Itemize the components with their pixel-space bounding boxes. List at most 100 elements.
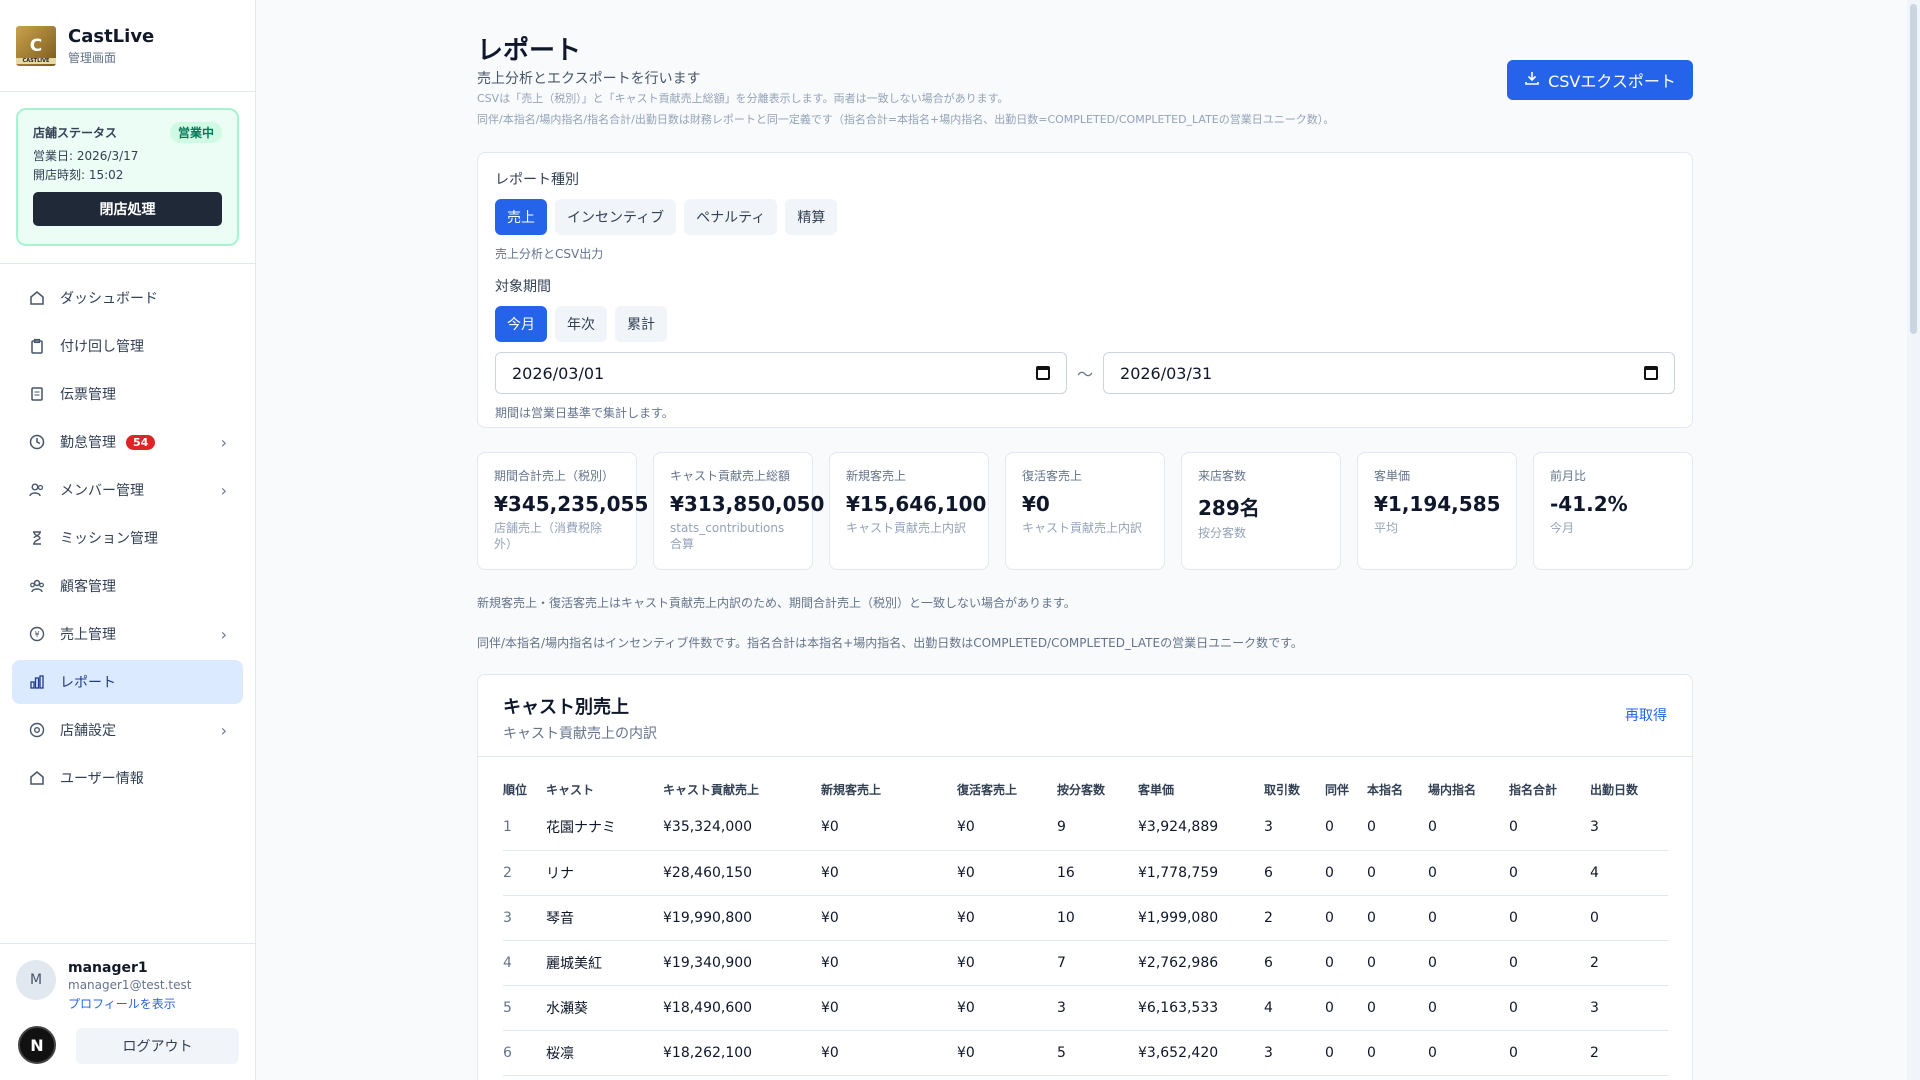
home-icon <box>28 769 46 787</box>
cell-douhan: 0 <box>1325 850 1367 896</box>
tab-cumulative[interactable]: 累計 <box>615 306 667 342</box>
card-sub: キャスト貢献売上内訳 <box>846 521 967 535</box>
gear-icon <box>28 721 46 739</box>
cell-cast: 琴音 <box>546 895 663 941</box>
tab-settlement[interactable]: 精算 <box>785 199 838 235</box>
sidebar-item-store-settings[interactable]: 店舗設定 › <box>12 708 243 752</box>
sidebar-item-reports[interactable]: レポート <box>12 660 243 704</box>
date-from-field[interactable]: 2026/03/01 <box>495 352 1067 394</box>
sidebar-item-missions[interactable]: ミッション管理 <box>12 516 243 560</box>
card-label: 来店客数 <box>1198 469 1247 483</box>
calendar-icon[interactable] <box>1036 366 1050 380</box>
col-cast: キャスト <box>546 782 595 797</box>
sidebar-item-assignment[interactable]: 付け回し管理 <box>12 324 243 368</box>
receipt-icon <box>28 385 46 403</box>
chevron-right-icon: › <box>220 720 227 740</box>
calendar-icon[interactable] <box>1644 366 1659 380</box>
date-separator: 〜 <box>1077 365 1094 384</box>
cell-transactions: 4 <box>1264 985 1325 1031</box>
tab-penalty[interactable]: ペナルティ <box>684 199 778 235</box>
card-total-sales: 期間合計売上（税別） ¥345,235,055 店舗売上（消費税除外） <box>477 452 649 570</box>
table-row: 3 琴音 ¥19,990,800 ¥0 ¥0 10 ¥1,999,080 2 0… <box>503 895 1668 941</box>
sidebar-item-customers[interactable]: 顧客管理 <box>12 564 243 608</box>
shop-status-label: 店舗ステータス <box>33 126 118 140</box>
user-panel: M manager1 manager1@test.test プロフィールを表示 … <box>0 943 256 1080</box>
refresh-button[interactable]: 再取得 <box>1625 705 1667 725</box>
scrollbar-thumb[interactable] <box>1910 4 1917 334</box>
cell-work-days: 0 <box>1590 895 1668 941</box>
cell-transactions: 6 <box>1264 850 1325 896</box>
card-value: ¥345,235,055 <box>494 492 649 516</box>
cell-new-sales: ¥0 <box>821 850 957 896</box>
date-from-value: 2026/03/01 <box>512 363 605 383</box>
cell-revived-sales: ¥0 <box>957 985 1057 1031</box>
n-badge-icon[interactable]: N <box>18 1026 56 1064</box>
tab-incentive[interactable]: インセンティブ <box>555 199 677 235</box>
cell-jounai: 0 <box>1428 1030 1509 1076</box>
cell-douhan: 0 <box>1325 1030 1367 1076</box>
cell-honshimei: 0 <box>1367 850 1428 896</box>
close-shop-button[interactable]: 閉店処理 <box>33 192 222 226</box>
cell-average: ¥1,999,080 <box>1138 895 1264 941</box>
profile-link[interactable]: プロフィールを表示 <box>68 995 191 1012</box>
sidebar-item-label: 売上管理 <box>60 627 116 643</box>
card-label: 新規客売上 <box>846 469 907 483</box>
table-row: 2 リナ ¥28,460,150 ¥0 ¥0 16 ¥1,778,759 6 0… <box>503 850 1668 896</box>
date-to-value: 2026/03/31 <box>1120 363 1213 383</box>
cell-jounai: 0 <box>1428 985 1509 1031</box>
card-value: 289名 <box>1198 496 1260 520</box>
cell-new-sales: ¥0 <box>821 805 957 851</box>
sidebar-item-label: 伝票管理 <box>60 387 116 403</box>
cell-shimei-total: 0 <box>1509 1030 1590 1076</box>
sidebar-item-label: 顧客管理 <box>60 579 116 595</box>
customers-icon <box>28 577 46 595</box>
sidebar-item-dashboard[interactable]: ダッシュボード <box>12 276 243 320</box>
cell-contribution: ¥18,490,600 <box>663 985 821 1031</box>
user-name: manager1 <box>68 960 148 976</box>
brand-subtitle: 管理画面 <box>68 50 117 65</box>
card-value: ¥313,850,050 <box>670 492 825 516</box>
col-rank: 順位 <box>503 782 528 797</box>
sidebar-item-sales[interactable]: ¥ 売上管理 › <box>12 612 243 656</box>
period-label: 対象期間 <box>495 279 551 295</box>
tab-this-month[interactable]: 今月 <box>495 306 547 342</box>
info-note-2: 同伴/本指名/場内指名はインセンティブ件数です。指名合計は本指名+場内指名、出勤… <box>477 636 1303 650</box>
cell-douhan: 0 <box>1325 985 1367 1031</box>
cell-douhan: 0 <box>1325 805 1367 851</box>
cell-new-sales: ¥0 <box>821 940 957 986</box>
business-day: 営業日: 2026/3/17 <box>33 149 139 163</box>
open-time: 開店時刻: 15:02 <box>33 168 124 182</box>
sidebar-item-slips[interactable]: 伝票管理 <box>12 372 243 416</box>
date-to-field[interactable]: 2026/03/31 <box>1103 352 1676 394</box>
cell-average: ¥3,924,889 <box>1138 805 1264 851</box>
tab-yearly[interactable]: 年次 <box>555 306 607 342</box>
col-transactions: 取引数 <box>1264 782 1301 797</box>
hourglass-icon <box>28 529 46 547</box>
card-revived-customer-sales: 復活客売上 ¥0 キャスト貢献売上内訳 <box>1005 452 1165 570</box>
card-label: キャスト貢献売上総額 <box>670 469 791 483</box>
sidebar-item-user-info[interactable]: ユーザー情報 <box>12 756 243 800</box>
logout-button[interactable]: ログアウト <box>76 1028 239 1064</box>
summary-cards: 期間合計売上（税別） ¥345,235,055 店舗売上（消費税除外） キャスト… <box>477 452 1693 570</box>
cell-new-sales: ¥0 <box>821 1030 957 1076</box>
table-row: 6 桜凛 ¥18,262,100 ¥0 ¥0 5 ¥3,652,420 3 0 … <box>503 1030 1668 1076</box>
cell-rank: 5 <box>503 985 546 1031</box>
tab-sales[interactable]: 売上 <box>495 199 547 235</box>
col-jounai: 場内指名 <box>1428 782 1477 797</box>
table-header-row: 順位 キャスト キャスト貢献売上 新規客売上 復活客売上 按分客数 客単価 取引… <box>503 773 1668 805</box>
cell-revived-sales: ¥0 <box>957 940 1057 986</box>
definition-note: 同伴/本指名/場内指名/指名合計/出勤日数は財務レポートと同一定義です（指名合計… <box>477 113 1335 126</box>
cell-rank: 4 <box>503 940 546 986</box>
card-sub: 按分客数 <box>1198 526 1247 540</box>
cell-transactions: 2 <box>1264 895 1325 941</box>
page-scrollbar[interactable] <box>1907 0 1920 1080</box>
cell-cast: 花園ナナミ <box>546 805 663 851</box>
card-sub: キャスト貢献売上内訳 <box>1022 521 1143 535</box>
csv-export-button[interactable]: CSVエクスポート <box>1507 60 1693 100</box>
sidebar-item-attendance[interactable]: 勤怠管理 54 › <box>12 420 243 464</box>
period-tabs: 今月 年次 累計 <box>495 306 1675 342</box>
cell-rank: 6 <box>503 1030 546 1076</box>
cell-work-days: 3 <box>1590 985 1668 1031</box>
cell-visitors: 7 <box>1057 940 1138 986</box>
sidebar-item-members[interactable]: メンバー管理 › <box>12 468 243 512</box>
